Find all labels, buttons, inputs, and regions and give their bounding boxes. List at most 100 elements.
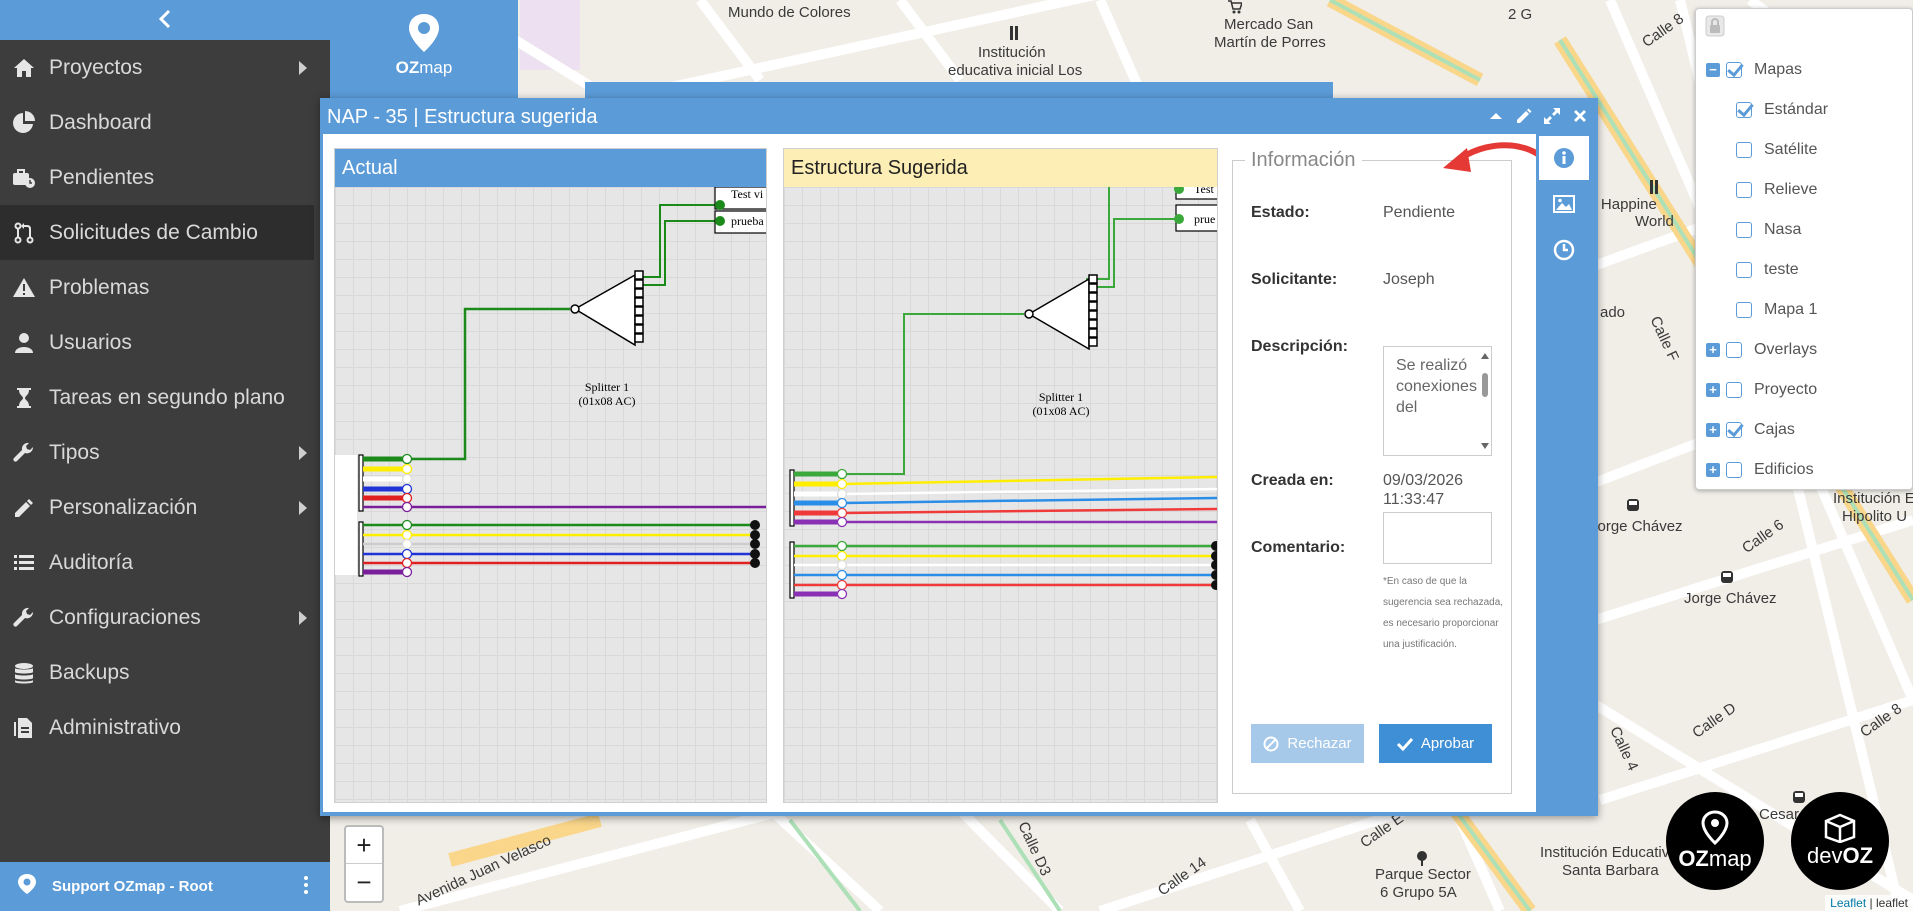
layer-checkbox[interactable] — [1726, 342, 1742, 358]
sidebar-item-auditoría[interactable]: Auditoría — [0, 535, 314, 590]
sidebar-item-tipos[interactable]: Tipos — [0, 425, 314, 480]
comment-textarea[interactable] — [1383, 512, 1492, 564]
layer-checkbox[interactable] — [1736, 262, 1752, 278]
sidebar-item-administrativo[interactable]: Administrativo — [0, 700, 314, 755]
layer-label: Proyecto — [1754, 381, 1818, 398]
maximize-button[interactable] — [1542, 106, 1562, 126]
sidebar-item-usuarios[interactable]: Usuarios — [0, 315, 314, 370]
approve-label: Aprobar — [1420, 735, 1475, 752]
layer-item[interactable]: Satélite — [1736, 141, 1817, 159]
chevron-left-icon — [158, 9, 171, 29]
estado-value: Pendiente — [1383, 204, 1456, 221]
layer-item[interactable]: Relieve — [1736, 181, 1817, 199]
sidebar-item-pendientes[interactable]: Pendientes — [0, 150, 314, 205]
sidebar-footer[interactable]: Support OZmap - Root — [0, 862, 330, 911]
layer-checkbox[interactable] — [1726, 422, 1742, 438]
layer-item[interactable]: Nasa — [1736, 221, 1801, 239]
description-textarea[interactable]: Se realizó conexiones del — [1383, 346, 1492, 456]
layer-checkbox[interactable] — [1736, 142, 1752, 158]
leaflet-link[interactable]: Leaflet — [1830, 896, 1866, 910]
layer-label: Mapas — [1754, 61, 1803, 78]
suggested-structure-panel[interactable]: Estructura Sugerida Splitter 1 (01x08 AC… — [783, 148, 1218, 803]
check-icon — [1396, 737, 1413, 751]
sidebar-item-configuraciones[interactable]: Configuraciones — [0, 590, 314, 645]
info-circle-icon — [1554, 148, 1574, 168]
kebab-menu-icon[interactable] — [304, 876, 308, 896]
layer-item[interactable]: + Proyecto — [1706, 381, 1817, 399]
minimize-button[interactable] — [1486, 106, 1506, 126]
port-label: prueba — [731, 214, 764, 228]
sidebar-item-dashboard[interactable]: Dashboard — [0, 95, 314, 150]
sidebar-item-backups[interactable]: Backups — [0, 645, 314, 700]
devoz-corner-text: devOZ — [1807, 843, 1873, 869]
sidebar-item-solicitudes-de-cambio[interactable]: Solicitudes de Cambio — [0, 205, 314, 260]
info-tab-button[interactable] — [1539, 136, 1589, 180]
user-icon — [12, 331, 36, 355]
actual-structure-panel[interactable]: Actual Splitter 1 (01x08 AC) Test vi pru… — [334, 148, 767, 803]
zoom-in-button[interactable]: + — [346, 827, 382, 864]
map-label: Parque Sector — [1375, 866, 1471, 883]
close-button[interactable] — [1570, 106, 1590, 126]
ban-icon — [1263, 736, 1279, 751]
expand-icon[interactable]: + — [1706, 463, 1720, 477]
layer-label: Cajas — [1754, 421, 1795, 438]
sidebar-item-label: Dashboard — [49, 110, 152, 134]
layer-checkbox[interactable] — [1726, 462, 1742, 478]
ozmap-logo[interactable]: OZmap — [330, 0, 518, 98]
pencil-icon — [12, 496, 36, 520]
sidebar-menu: Proyectos Dashboard Pendientes Solicitudes … — [0, 40, 314, 755]
suggested-diagram[interactable]: Splitter 1 (01x08 AC) Test prue — [784, 187, 1218, 803]
zoom-out-button[interactable]: − — [346, 864, 382, 901]
splitter-type-label: (01x08 AC) — [1033, 404, 1090, 418]
layer-item[interactable]: − Mapas — [1706, 61, 1802, 79]
edit-button[interactable] — [1514, 106, 1534, 126]
expand-icon — [1544, 108, 1560, 124]
suggested-panel-header: Estructura Sugerida — [784, 149, 1217, 187]
layer-checkbox[interactable] — [1736, 182, 1752, 198]
info-fieldset: Información Estado: Pendiente Solicitant… — [1232, 149, 1512, 794]
expand-icon[interactable]: + — [1706, 423, 1720, 437]
collapse-sidebar-button[interactable] — [150, 4, 180, 36]
map-label: Mercado San — [1224, 16, 1314, 33]
sidebar-item-problemas[interactable]: Problemas — [0, 260, 314, 315]
reject-button[interactable]: Rechazar — [1251, 724, 1364, 763]
lock-icon[interactable] — [1705, 15, 1725, 37]
sidebar-item-personalización[interactable]: Personalización — [0, 480, 314, 535]
expand-icon[interactable]: + — [1706, 343, 1720, 357]
clock-icon — [1553, 239, 1575, 261]
layer-checkbox[interactable] — [1736, 302, 1752, 318]
approve-button[interactable]: Aprobar — [1379, 724, 1492, 763]
sidebar-top-bar — [0, 0, 330, 40]
layer-item[interactable]: + Edificios — [1706, 461, 1814, 479]
layer-item[interactable]: + Overlays — [1706, 341, 1817, 359]
comentario-label: Comentario: — [1251, 539, 1346, 556]
sidebar-item-label: Administrativo — [49, 715, 181, 739]
history-tab-button[interactable] — [1539, 228, 1589, 272]
git-pull-icon — [12, 221, 36, 245]
ozmap-logo-text: OZmap — [396, 58, 453, 78]
image-tab-button[interactable] — [1539, 182, 1589, 226]
layer-item[interactable]: Mapa 1 — [1736, 301, 1817, 319]
map-label: Martín de Porres — [1214, 34, 1326, 51]
layer-item[interactable]: + Cajas — [1706, 421, 1795, 439]
devoz-corner-logo[interactable]: devOZ — [1791, 792, 1889, 890]
layer-checkbox[interactable] — [1736, 222, 1752, 238]
document-icon — [12, 716, 36, 740]
solicitante-label: Solicitante: — [1251, 271, 1338, 288]
creada-date: 09/03/2026 — [1383, 472, 1464, 489]
layer-checkbox[interactable] — [1736, 102, 1752, 118]
layer-item[interactable]: Estándar — [1736, 101, 1828, 119]
sidebar-item-proyectos[interactable]: Proyectos — [0, 40, 314, 95]
map-label: 6 Grupo 5A — [1380, 884, 1457, 901]
ozmap-corner-logo[interactable]: OZmap — [1666, 792, 1764, 890]
actual-diagram[interactable]: Splitter 1 (01x08 AC) Test vi prueba — [335, 187, 767, 803]
expand-icon[interactable]: + — [1706, 383, 1720, 397]
layer-checkbox[interactable] — [1726, 62, 1742, 78]
reject-label: Rechazar — [1287, 735, 1352, 752]
sidebar-item-tareas-en-segundo-plano[interactable]: Tareas en segundo plano — [0, 370, 314, 425]
layer-checkbox[interactable] — [1726, 382, 1742, 398]
layer-label: Mapa 1 — [1764, 301, 1818, 318]
collapse-icon[interactable]: − — [1706, 63, 1720, 77]
layer-item[interactable]: teste — [1736, 261, 1799, 279]
description-scrollbar[interactable] — [1481, 351, 1489, 451]
